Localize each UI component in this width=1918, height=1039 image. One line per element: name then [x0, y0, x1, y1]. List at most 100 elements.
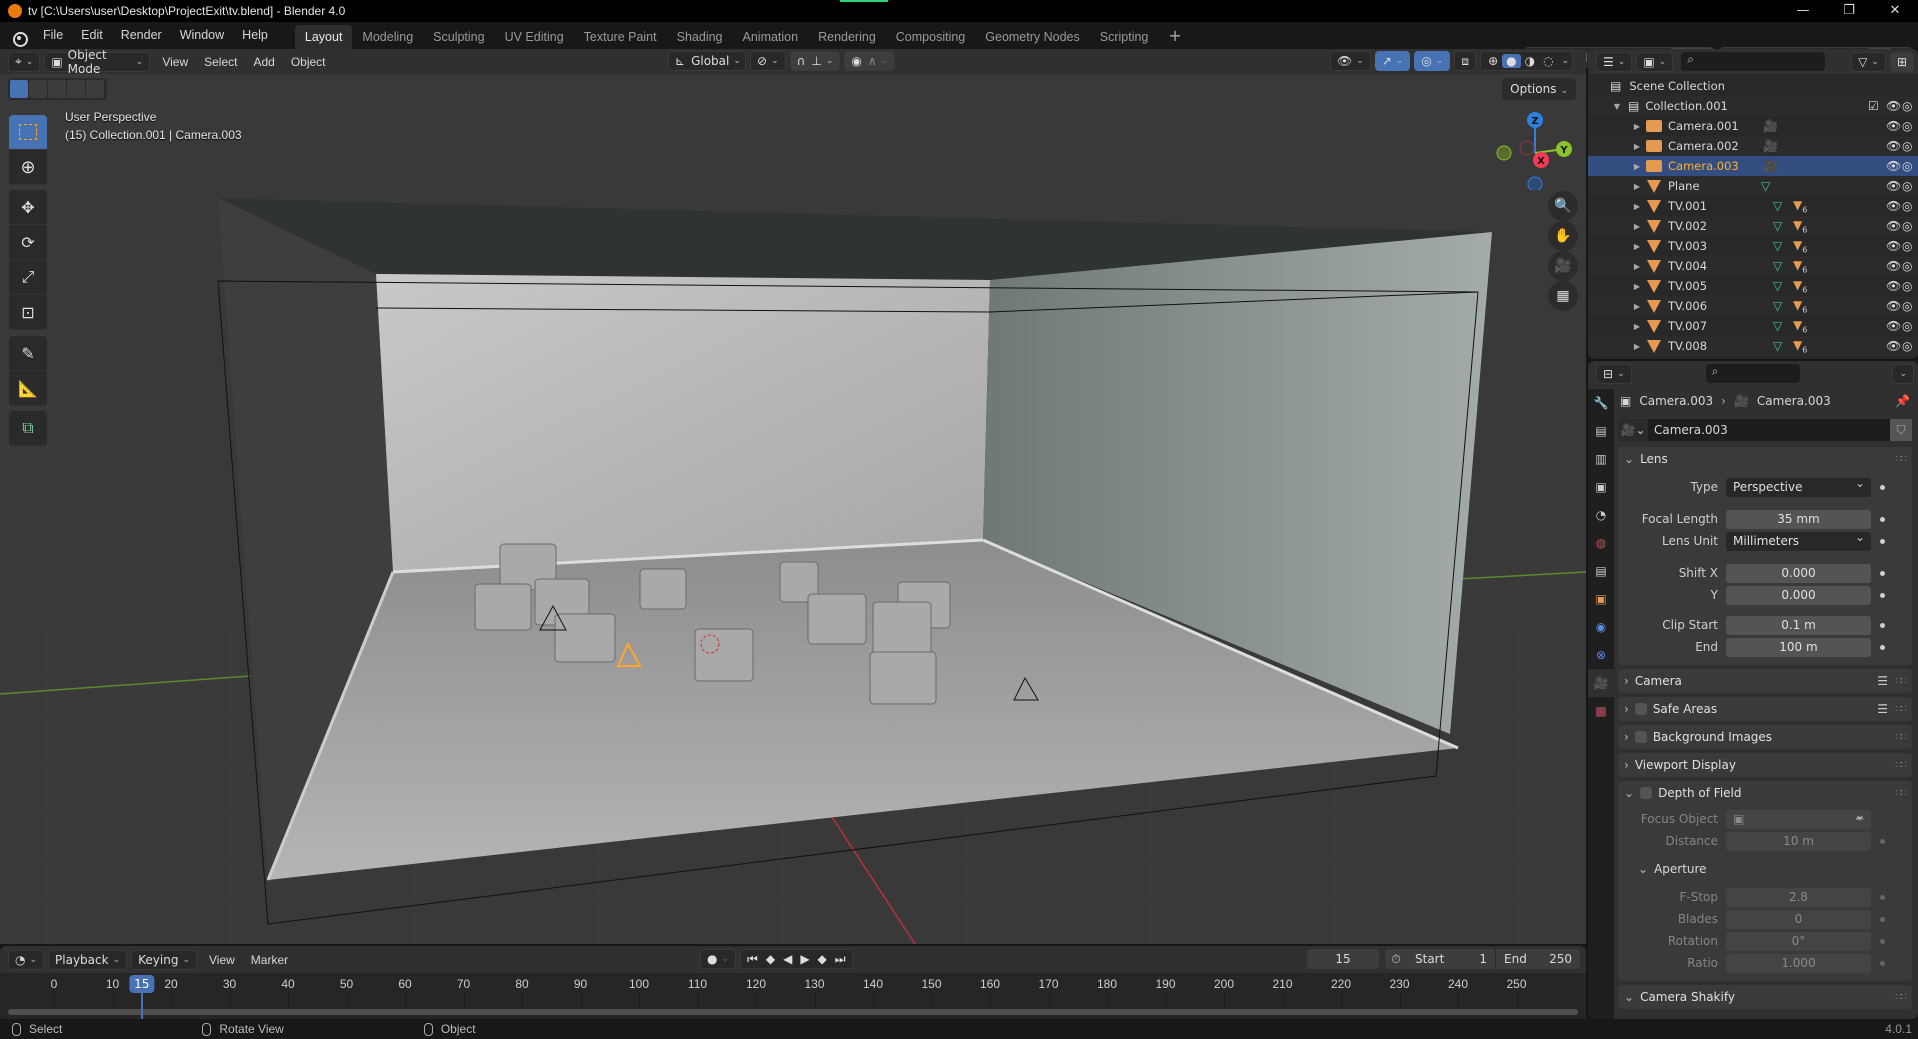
visibility-eye-icon[interactable]: 👁	[1886, 339, 1901, 353]
visibility-eye-icon[interactable]: 👁	[1886, 199, 1901, 213]
presets-list-icon[interactable]: ☰	[1877, 702, 1888, 716]
tab-camera-data[interactable]: 🎥	[1588, 669, 1614, 697]
outliner-collection-row[interactable]: ▼ ▤ Collection.001 ☑ 👁 ◎	[1588, 96, 1918, 116]
current-frame-field[interactable]: 15	[1307, 949, 1379, 969]
rendered-shading-icon[interactable]: ◌	[1539, 54, 1557, 68]
viewport-menu-object[interactable]: Object	[283, 55, 334, 69]
outliner-item-row[interactable]: ▶ TV.008 ▽ ▼6 👁 ◎	[1588, 336, 1918, 356]
menu-help[interactable]: Help	[233, 22, 277, 49]
render-camera-icon[interactable]: ◎	[1902, 139, 1912, 153]
gizmo-neg-x-axis[interactable]	[1519, 140, 1535, 156]
tv-mesh[interactable]	[694, 628, 754, 682]
properties-options-dropdown[interactable]: ⌄	[1892, 363, 1914, 384]
tab-texture[interactable]: ▩	[1588, 697, 1614, 725]
expand-triangle-icon[interactable]: ▶	[1632, 162, 1642, 171]
visibility-eye-icon[interactable]: 👁	[1886, 299, 1901, 313]
navigation-gizmo[interactable]: Z Y X	[1495, 110, 1575, 190]
zoom-view-button[interactable]: 🔍	[1548, 191, 1578, 221]
transform-orientation-dropdown[interactable]: ⊾ Global ⌄	[668, 51, 746, 71]
measure-tool[interactable]: 📐	[9, 371, 47, 406]
expand-triangle-icon[interactable]: ▶	[1632, 202, 1642, 211]
snap-toggle[interactable]: ∩ ⊥ ⌄	[789, 51, 841, 71]
render-camera-icon[interactable]: ◎	[1902, 239, 1912, 253]
camera-data-icon[interactable]: 🎥	[1763, 159, 1778, 173]
outliner-filter-dropdown[interactable]: ▽ ⌄	[1851, 51, 1886, 72]
focus-distance-field[interactable]: 10 m	[1726, 831, 1871, 851]
outliner-item-row[interactable]: ▶ TV.007 ▽ ▼6 👁 ◎	[1588, 316, 1918, 336]
end-frame-field[interactable]: End 250	[1496, 952, 1580, 966]
start-frame-field[interactable]: Start 1	[1407, 952, 1495, 966]
outliner-item-row[interactable]: ▶ Camera.002 🎥 👁 ◎	[1588, 136, 1918, 156]
selectability-visibility-dropdown[interactable]: 👁 ⌄	[1330, 51, 1371, 71]
tab-render[interactable]: ▤	[1588, 417, 1614, 445]
outliner-item-row[interactable]: ▶ Plane ▽ 👁 ◎	[1588, 176, 1918, 196]
workspace-tab-scripting[interactable]: Scripting	[1090, 25, 1159, 49]
workspace-tab-rendering[interactable]: Rendering	[808, 25, 886, 49]
background-images-checkbox[interactable]	[1634, 731, 1647, 743]
tv-mesh[interactable]	[807, 593, 867, 645]
play-button[interactable]: ▶	[796, 952, 813, 966]
camera-datablock-selector[interactable]: 🎥⌄ Camera.003 ⛉	[1618, 419, 1912, 441]
jump-end-button[interactable]: ⏭	[831, 952, 850, 967]
fake-user-shield-icon[interactable]: ⛉	[1890, 419, 1912, 441]
material-slots-icon[interactable]: ▼6	[1793, 338, 1807, 354]
auto-keying-toggle[interactable]: ● ⌄	[700, 949, 737, 969]
workspace-tab-geometry-nodes[interactable]: Geometry Nodes	[975, 25, 1089, 49]
select-subtract-mode-button[interactable]	[48, 80, 66, 98]
camera-datablock-browse[interactable]: 🎥⌄	[1618, 419, 1648, 441]
outliner-item-row[interactable]: ▶ TV.006 ▽ ▼6 👁 ◎	[1588, 296, 1918, 316]
workspace-tab-texture-paint[interactable]: Texture Paint	[574, 25, 667, 49]
visibility-eye-icon[interactable]: 👁	[1886, 279, 1901, 293]
render-camera-icon[interactable]: ◎	[1902, 119, 1912, 133]
expand-triangle-icon[interactable]: ▶	[1632, 142, 1642, 151]
properties-search-input[interactable]: ⌕	[1705, 364, 1801, 383]
keyframe-dot[interactable]	[1880, 516, 1885, 522]
keyframe-dot[interactable]	[1880, 938, 1885, 944]
render-camera-icon[interactable]: ◎	[1902, 299, 1912, 313]
fstop-field[interactable]: 2.8	[1726, 887, 1871, 907]
outliner-item-row[interactable]: ▶ TV.005 ▽ ▼6 👁 ◎	[1588, 276, 1918, 296]
render-camera-icon[interactable]: ◎	[1902, 259, 1912, 273]
playback-dropdown[interactable]: Playback ⌄	[48, 949, 128, 970]
pin-icon[interactable]: 📌	[1895, 394, 1910, 408]
select-extend-mode-button[interactable]	[29, 80, 47, 98]
blender-menu-icon[interactable]	[10, 27, 28, 47]
menu-edit[interactable]: Edit	[72, 22, 112, 49]
play-reverse-button[interactable]: ◀	[779, 952, 796, 966]
timeline-menu-view[interactable]: View	[201, 953, 243, 967]
keyframe-dot[interactable]	[1880, 916, 1885, 922]
next-keyframe-button[interactable]: ◆	[814, 952, 831, 966]
expand-triangle-icon[interactable]: ▶	[1632, 282, 1642, 291]
outliner-item-row[interactable]: ▶ TV.003 ▽ ▼6 👁 ◎	[1588, 236, 1918, 256]
move-tool[interactable]: ✥	[9, 190, 47, 225]
workspace-tab-modeling[interactable]: Modeling	[352, 25, 423, 49]
mesh-data-icon[interactable]: ▽	[1773, 339, 1782, 353]
new-collection-button[interactable]: ⊞	[1889, 51, 1914, 72]
stopwatch-icon[interactable]: ⏱	[1385, 952, 1407, 967]
workspace-tab-uv-editing[interactable]: UV Editing	[495, 25, 574, 49]
workspace-tab-animation[interactable]: Animation	[733, 25, 809, 49]
mesh-data-icon[interactable]: ▽	[1773, 199, 1782, 213]
keyframe-dot[interactable]	[1880, 484, 1885, 490]
rotation-field[interactable]: 0°	[1726, 931, 1871, 951]
expand-triangle-icon[interactable]: ▶	[1632, 322, 1642, 331]
outliner-item-row[interactable]: ▶ Camera.003 🎥 👁 ◎	[1588, 156, 1918, 176]
timeline-ruler[interactable]: 0 10 20 30 40 50 60 70 80 90 100 110 120 130 140 150 160…	[0, 973, 1586, 1019]
collapse-triangle-icon[interactable]: ▼	[1612, 102, 1622, 111]
select-box-tool[interactable]	[9, 115, 47, 150]
outliner-scene-collection[interactable]: ▤ Scene Collection	[1588, 76, 1918, 96]
proportional-editing-toggle[interactable]: ◉ ∧ ⌄	[844, 51, 896, 71]
solid-shading-icon[interactable]: ●	[1502, 54, 1521, 68]
properties-editor-type-button[interactable]: ⊟ ⌄	[1596, 363, 1632, 384]
camera-datablock-name[interactable]: Camera.003	[1648, 423, 1890, 437]
transform-tool[interactable]: ⊡	[9, 295, 47, 330]
viewport-menu-view[interactable]: View	[154, 55, 196, 69]
focal-length-field[interactable]: 35 mm	[1726, 509, 1871, 529]
prev-keyframe-button[interactable]: ◆	[762, 952, 779, 966]
shift-x-field[interactable]: 0.000	[1726, 563, 1871, 583]
expand-triangle-icon[interactable]: ▶	[1632, 222, 1642, 231]
tab-output[interactable]: ▥	[1588, 445, 1614, 473]
render-camera-icon[interactable]: ◎	[1902, 159, 1912, 173]
keyframe-dot[interactable]	[1880, 592, 1885, 598]
outliner-item-row[interactable]: ▶ TV.004 ▽ ▼6 👁 ◎	[1588, 256, 1918, 276]
